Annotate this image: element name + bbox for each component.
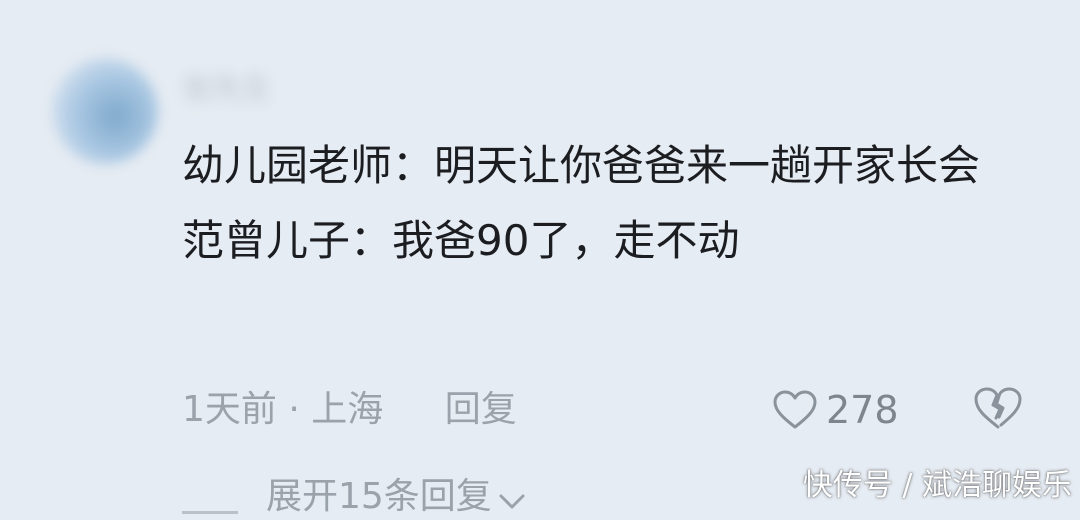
comment-item: 张先生 幼儿园老师：明天让你爸爸来一趟开家长会 范曾儿子：我爸90了，走不动 1… [0, 0, 1080, 517]
comment-meta: 1天前 · 上海 回复 [182, 384, 517, 436]
watermark: 快传号 / 斌浩聊娱乐 [802, 468, 1072, 503]
comment-location: 上海 [311, 389, 384, 430]
divider [182, 510, 238, 514]
expand-replies-label: 展开15条回复 [266, 476, 492, 517]
meta-separator: · [288, 389, 300, 430]
reply-button[interactable]: 回复 [445, 389, 517, 430]
like-count: 278 [826, 388, 899, 432]
comment-time: 1天前 [182, 389, 277, 430]
chevron-down-icon [498, 493, 526, 515]
like-button[interactable]: 278 [772, 384, 899, 436]
dislike-button[interactable] [972, 384, 1024, 436]
avatar[interactable] [52, 58, 158, 164]
broken-heart-icon [972, 385, 1024, 435]
heart-icon [772, 389, 818, 431]
comment-text-line-1: 幼儿园老师：明天让你爸爸来一趟开家长会 [182, 141, 981, 190]
username[interactable]: 张先生 [182, 72, 272, 108]
comment-text-line-2: 范曾儿子：我爸90了，走不动 [182, 216, 740, 265]
expand-replies-button[interactable]: 展开15条回复 [182, 474, 526, 520]
comment-content: 幼儿园老师：明天让你爸爸来一趟开家长会 范曾儿子：我爸90了，走不动 [182, 140, 1022, 267]
